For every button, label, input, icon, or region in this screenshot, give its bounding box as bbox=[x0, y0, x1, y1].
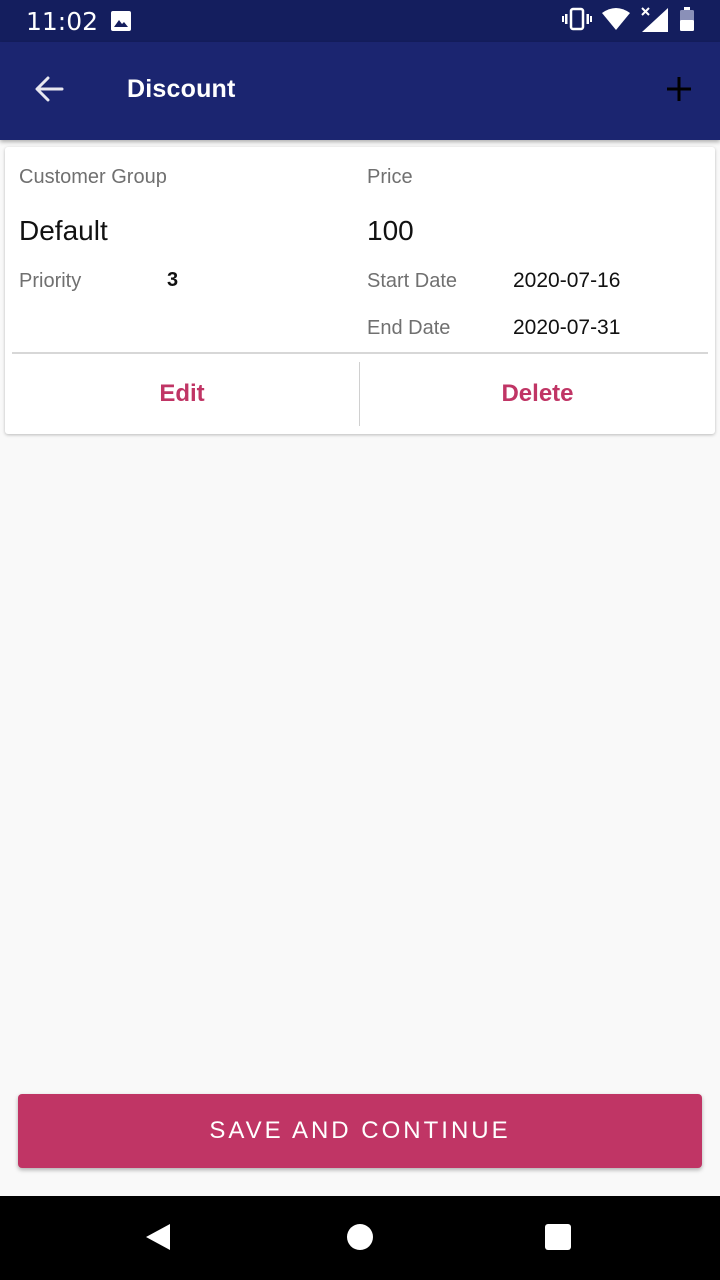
status-icons bbox=[562, 6, 694, 37]
signal-icon bbox=[640, 6, 670, 37]
customer-group-value: Default bbox=[19, 215, 108, 246]
nav-home-button[interactable] bbox=[338, 1217, 382, 1261]
page-title: Discount bbox=[127, 75, 236, 103]
status-time: 11:02 bbox=[26, 7, 99, 36]
plus-icon bbox=[666, 76, 692, 107]
priority-label: Priority bbox=[19, 270, 82, 292]
image-icon bbox=[111, 11, 131, 31]
start-date-value: 2020-07-16 bbox=[513, 269, 621, 292]
vibrate-icon bbox=[562, 7, 592, 36]
recents-square-icon bbox=[544, 1223, 572, 1256]
status-bar: 11:02 bbox=[0, 0, 720, 42]
back-arrow-icon bbox=[34, 76, 64, 107]
edit-button[interactable]: Edit bbox=[5, 354, 359, 434]
save-and-continue-button[interactable]: SAVE AND CONTINUE bbox=[18, 1094, 702, 1168]
nav-recents-button[interactable] bbox=[536, 1217, 580, 1261]
home-circle-icon bbox=[346, 1223, 374, 1256]
wifi-icon bbox=[602, 7, 630, 35]
price-value: 100 bbox=[367, 215, 414, 246]
start-date-label: Start Date bbox=[367, 270, 458, 292]
price-label: Price bbox=[367, 166, 413, 188]
app-bar: Discount bbox=[0, 42, 720, 140]
back-button[interactable] bbox=[24, 66, 74, 116]
end-date-label: End Date bbox=[367, 317, 451, 339]
delete-button[interactable]: Delete bbox=[360, 354, 715, 434]
add-discount-button[interactable] bbox=[655, 66, 703, 116]
battery-icon bbox=[680, 6, 694, 36]
customer-group-label: Customer Group bbox=[19, 166, 167, 188]
priority-value: 3 bbox=[167, 269, 179, 291]
system-nav-bar bbox=[0, 1196, 720, 1280]
discount-card: Customer Group Default Priority 3 Price … bbox=[5, 147, 715, 434]
back-triangle-icon bbox=[144, 1222, 172, 1257]
end-date-value: 2020-07-31 bbox=[513, 316, 621, 339]
nav-back-button[interactable] bbox=[136, 1217, 180, 1261]
